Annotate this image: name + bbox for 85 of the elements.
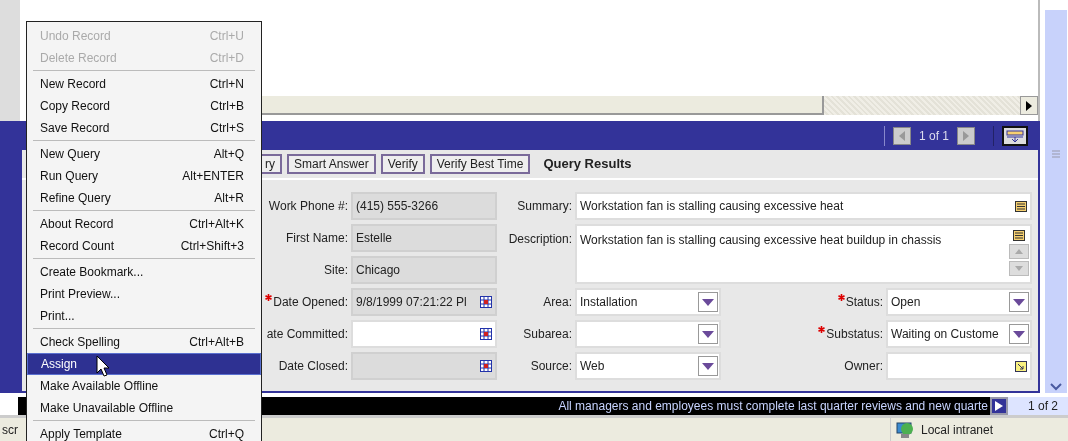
menu-item[interactable]: Make Available Offline — [27, 375, 261, 397]
calendar-icon[interactable] — [480, 328, 492, 340]
left-arrow-icon — [898, 130, 905, 141]
field-label: First Name: — [286, 230, 348, 247]
dropdown-field[interactable] — [575, 320, 721, 348]
right-arrow-icon — [963, 130, 969, 141]
input-field[interactable] — [351, 320, 497, 348]
security-zone: Local intranet — [921, 421, 994, 439]
caret-icon — [702, 298, 714, 306]
vertical-scrollbar[interactable] — [1045, 10, 1067, 393]
input-field[interactable]: (415) 555-3266 — [351, 192, 497, 220]
lookup-icon[interactable] — [1015, 360, 1027, 372]
scroll-grip-icon — [1052, 150, 1060, 158]
caret-icon — [1013, 298, 1025, 306]
up-arrow-icon — [1015, 249, 1023, 254]
notes-icon[interactable] — [1013, 230, 1025, 241]
dropdown-field[interactable]: Web — [575, 352, 721, 380]
menu-item[interactable]: New Query Alt+Q — [27, 143, 261, 165]
layout-icon — [1006, 129, 1024, 142]
input-field[interactable] — [351, 352, 497, 380]
right-arrow-icon — [1026, 100, 1032, 111]
menu-item[interactable]: Create Bookmark... — [27, 261, 261, 283]
menu-item[interactable]: Print... — [27, 305, 261, 327]
menu-item[interactable]: Make Unavailable Offline — [27, 397, 261, 419]
field-label: Owner: — [844, 358, 883, 375]
previous-button[interactable] — [892, 126, 911, 145]
ticker-text: All managers and employees must complete last quarter reviews and new quarte — [558, 399, 988, 413]
input-field[interactable]: Workstation fan is stalling causing excessive heat — [575, 192, 1032, 220]
ticker-next-button[interactable] — [990, 397, 1008, 415]
input-field[interactable] — [886, 352, 1032, 380]
down-arrow-icon — [1015, 266, 1023, 271]
section-title: Query Results — [543, 155, 632, 174]
field-label: Status: — [845, 294, 883, 311]
field-label: Work Phone #: — [268, 198, 348, 215]
field-label: Site: — [324, 262, 348, 279]
dropdown-field[interactable]: Open — [886, 288, 1032, 316]
dropdown-button[interactable] — [1009, 324, 1029, 344]
field-label: Description: — [508, 231, 572, 248]
dropdown-field[interactable]: Waiting on Custome — [886, 320, 1032, 348]
next-button[interactable] — [957, 126, 975, 145]
field-label: Date Opened: — [273, 294, 348, 311]
scroll-right-button[interactable] — [1020, 96, 1038, 115]
ticker-pager: 1 of 2 — [1027, 399, 1058, 413]
dropdown-button[interactable] — [698, 356, 718, 376]
right-arrow-icon — [995, 401, 1003, 411]
field-label: ate Committed: — [266, 326, 348, 343]
toolbar-button[interactable]: Verify — [380, 154, 425, 174]
menu-item[interactable]: About Record Ctrl+Alt+K — [27, 213, 261, 235]
menu-item[interactable]: Assign — [27, 353, 261, 375]
dropdown-button[interactable] — [698, 292, 718, 312]
status-text: scr — [2, 422, 18, 437]
toolbar-button[interactable]: Verify Best Time — [429, 154, 531, 174]
calendar-icon[interactable] — [480, 296, 492, 308]
toolbar-button[interactable]: Smart Answer — [287, 154, 376, 174]
menu-item[interactable]: Copy Record Ctrl+B — [27, 95, 261, 117]
input-field[interactable]: 9/8/1999 07:21:22 Pl — [351, 288, 497, 316]
caret-icon — [702, 362, 714, 370]
input-field[interactable]: Chicago — [351, 256, 497, 284]
field-label: Substatus: — [826, 326, 883, 343]
globe-computer-icon — [895, 420, 915, 439]
calendar-icon[interactable] — [480, 360, 492, 372]
field-label: Summary: — [517, 198, 572, 215]
mouse-pointer-icon — [96, 355, 110, 377]
menu-item[interactable]: Print Preview... — [27, 283, 261, 305]
menu-item[interactable]: Apply Template Ctrl+Q — [27, 423, 261, 441]
record-pager: 1 of 1 — [918, 127, 949, 145]
menu-item[interactable]: Run Query Alt+ENTER — [27, 165, 261, 187]
input-field[interactable]: Estelle — [351, 224, 497, 252]
dropdown-field[interactable]: Installation — [575, 288, 721, 316]
field-label: Date Closed: — [278, 358, 348, 375]
field-label: Subarea: — [523, 326, 572, 343]
menu-item[interactable]: New Record Ctrl+N — [27, 73, 261, 95]
field-label: Source: — [530, 358, 572, 375]
menu-item[interactable]: Check Spelling Ctrl+Alt+B — [27, 331, 261, 353]
field-label: Area: — [543, 294, 572, 311]
menu-item[interactable]: Save Record Ctrl+S — [27, 117, 261, 139]
notes-icon[interactable] — [1015, 200, 1027, 212]
layout-button[interactable] — [1002, 125, 1028, 146]
caret-icon — [702, 330, 714, 338]
text-area[interactable]: Workstation fan is stalling causing excessive heat buildup in chassis — [575, 224, 1032, 284]
caret-icon — [1013, 330, 1025, 338]
menu-item[interactable]: Record Count Ctrl+Shift+3 — [27, 235, 261, 257]
dropdown-button[interactable] — [698, 324, 718, 344]
menu-item[interactable]: Refine Query Alt+R — [27, 187, 261, 209]
dropdown-button[interactable] — [1009, 292, 1029, 312]
